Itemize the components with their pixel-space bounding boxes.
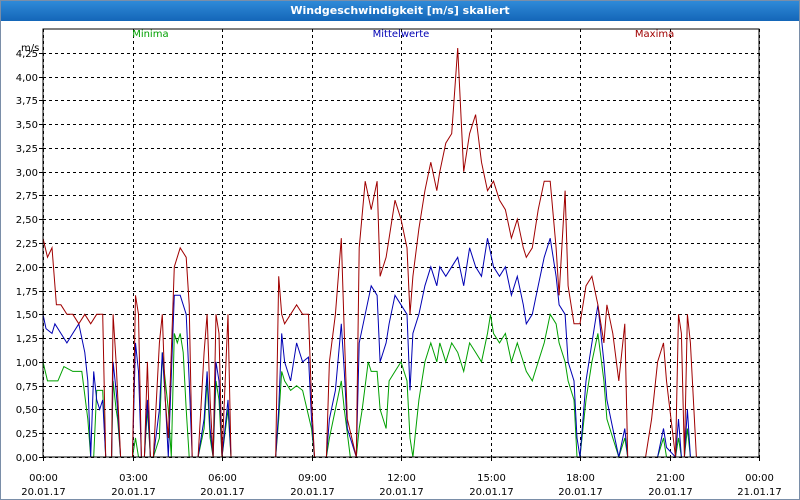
legend-label-mittelwerte: Mittelwerte [373,29,430,40]
x-tick-date-label: 20.01.17 [379,487,424,498]
wind-speed-chart: 0,00 0,25 0,50 0,75 1,00 1,25 1,50 1,75 2,00 2,25… [16,28,782,498]
y-tick-label: 1,00 [16,358,38,369]
y-tick-label: 0,25 [16,429,38,440]
y-axis-label: m/s [21,43,39,54]
x-tick-date-label: 20.01.17 [290,487,335,498]
y-tick-label: 2,25 [16,239,38,250]
x-tick-time-label: 21:00 [656,473,685,484]
x-tick-time-label: 00:00 [745,473,774,484]
x-tick-date-label: 20.01.17 [558,487,603,498]
x-tick-date-label: 20.01.17 [200,487,245,498]
y-tick-label: 1,50 [16,310,38,321]
y-tick-label: 4,00 [16,73,38,84]
y-tick-label: 2,50 [16,215,38,226]
x-tick-time-label: 18:00 [566,473,595,484]
x-tick-date-label: 20.01.17 [648,487,693,498]
y-tick-label: 3,00 [16,168,38,179]
y-tick-label: 3,75 [16,96,38,107]
y-tick-label: 1,25 [16,334,38,345]
y-tick-label: 2,75 [16,191,38,202]
chart-window: Windgeschwindigkeit [m/s] skaliert 0,00 0… [0,0,800,500]
y-tick-label: 2,00 [16,263,38,274]
x-tick-date-label: 20.01.17 [469,487,514,498]
x-tick-time-label: 06:00 [208,473,237,484]
y-tick-label: 0,75 [16,382,38,393]
x-tick-time-label: 00:00 [29,473,58,484]
y-tick-label: 3,50 [16,120,38,131]
y-tick-label: 0,50 [16,405,38,416]
x-tick-date-label: 20.01.17 [21,487,66,498]
y-tick-label: 0,00 [16,453,38,464]
x-tick-time-label: 09:00 [298,473,327,484]
x-tick-time-label: 12:00 [387,473,416,484]
y-tick-label: 1,75 [16,287,38,298]
x-tick-date-label: 20.01.17 [111,487,156,498]
x-tick-time-label: 03:00 [119,473,148,484]
x-tick-date-label: 21.01.17 [737,487,782,498]
y-tick-label: 3,25 [16,144,38,155]
x-tick-time-label: 15:00 [477,473,506,484]
legend-label-minima: Minima [132,29,168,40]
legend-label-maxima: Maxima [635,29,674,40]
